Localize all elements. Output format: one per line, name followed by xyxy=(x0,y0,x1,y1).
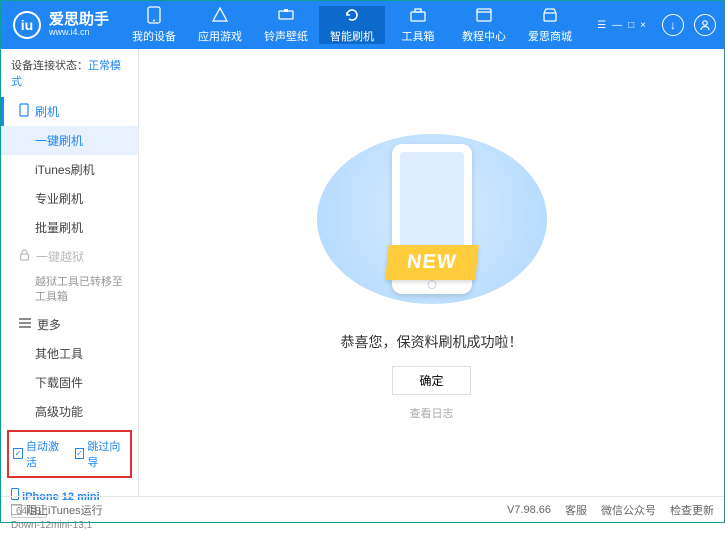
sparkle-icon: ✦ xyxy=(506,136,521,157)
nav-apps[interactable]: 应用游戏 xyxy=(187,6,253,44)
sparkle-icon: ✦ xyxy=(322,283,330,294)
ok-button[interactable]: 确定 xyxy=(392,366,470,395)
customer-service-link[interactable]: 客服 xyxy=(565,502,587,518)
titlebar: iu 爱思助手 www.i4.cn 我的设备 应用游戏 xyxy=(1,1,724,49)
statusbar: 阻止iTunes运行 V7.98.66 客服 微信公众号 检查更新 xyxy=(1,496,724,522)
maximize-icon[interactable]: □ xyxy=(628,20,634,31)
new-ribbon: NEW xyxy=(385,245,478,280)
wechat-link[interactable]: 微信公众号 xyxy=(601,502,656,518)
nav-ringtone[interactable]: 铃声壁纸 xyxy=(253,6,319,44)
download-icon[interactable]: ↓ xyxy=(662,14,684,36)
nav-store[interactable]: 爱思商城 xyxy=(517,6,583,44)
jailbreak-note: 越狱工具已转移至工具箱 xyxy=(1,271,138,310)
phone-small-icon xyxy=(19,103,29,120)
checkbox-skip-guide[interactable]: ✓跳过向导 xyxy=(75,438,127,470)
sidebar-group-more[interactable]: 更多 xyxy=(1,310,138,339)
check-update-link[interactable]: 检查更新 xyxy=(670,502,714,518)
checkbox-block-itunes[interactable]: 阻止iTunes运行 xyxy=(11,502,103,518)
sparkle-icon: ✦ xyxy=(334,142,346,159)
more-icon xyxy=(19,317,31,331)
sidebar-item-oneclick-flash[interactable]: 一键刷机 xyxy=(1,126,138,155)
nav-my-device[interactable]: 我的设备 xyxy=(121,6,187,44)
version-label: V7.98.66 xyxy=(507,504,551,516)
sidebar-item-batch-flash[interactable]: 批量刷机 xyxy=(1,213,138,242)
nav-toolbox[interactable]: 工具箱 xyxy=(385,6,451,44)
sidebar-group-flash[interactable]: 刷机 xyxy=(1,97,138,126)
sidebar-item-advanced[interactable]: 高级功能 xyxy=(1,397,138,426)
logo-icon: iu xyxy=(13,11,41,39)
menu-icon[interactable]: ☰ xyxy=(597,20,606,31)
titlebar-right: ☰ — □ × ↓ xyxy=(597,14,724,36)
sidebar-item-download-firmware[interactable]: 下载固件 xyxy=(1,368,138,397)
nav-tutorial[interactable]: 教程中心 xyxy=(451,6,517,44)
refresh-icon xyxy=(343,6,361,24)
book-icon xyxy=(475,6,493,24)
sidebar-item-itunes-flash[interactable]: iTunes刷机 xyxy=(1,155,138,184)
app-icon xyxy=(211,6,229,24)
app-url: www.i4.cn xyxy=(49,28,109,38)
sidebar-item-pro-flash[interactable]: 专业刷机 xyxy=(1,184,138,213)
store-icon xyxy=(541,6,559,24)
main-nav: 我的设备 应用游戏 铃声壁纸 智能刷机 xyxy=(121,6,597,44)
view-log-link[interactable]: 查看日志 xyxy=(410,405,454,421)
toolbox-icon xyxy=(409,6,427,24)
options-box: ✓自动激活 ✓跳过向导 xyxy=(7,430,132,478)
lock-icon xyxy=(19,249,30,264)
device-status: 设备连接状态：正常模式 xyxy=(1,49,138,97)
logo-block: iu 爱思助手 www.i4.cn xyxy=(1,11,121,39)
sidebar: 设备连接状态：正常模式 刷机 一键刷机 iTunes刷机 专业刷机 批量刷机 一… xyxy=(1,49,139,496)
user-icon[interactable] xyxy=(694,14,716,36)
phone-icon xyxy=(145,6,163,24)
sidebar-group-jailbreak[interactable]: 一键越狱 xyxy=(1,242,138,271)
checkbox-auto-activate[interactable]: ✓自动激活 xyxy=(13,438,65,470)
success-message: 恭喜您，保资料刷机成功啦！ xyxy=(341,332,523,352)
ringtone-icon xyxy=(277,6,295,24)
sidebar-item-other-tools[interactable]: 其他工具 xyxy=(1,339,138,368)
illustration: ✦ ✦ ✦ NEW xyxy=(302,124,562,314)
close-icon[interactable]: × xyxy=(640,20,646,31)
main-content: ✦ ✦ ✦ NEW 恭喜您，保资料刷机成功啦！ 确定 查看日志 xyxy=(139,49,724,496)
app-name: 爱思助手 xyxy=(49,12,109,29)
nav-flash[interactable]: 智能刷机 xyxy=(319,6,385,44)
minimize-icon[interactable]: — xyxy=(612,20,622,31)
